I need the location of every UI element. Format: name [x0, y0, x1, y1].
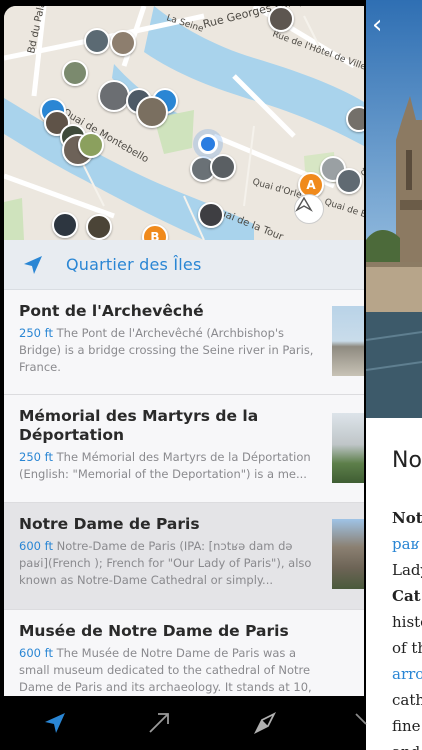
street-label: Quai de B [323, 197, 364, 220]
map-pin[interactable] [62, 60, 88, 86]
location-header[interactable]: Quartier des Îles [4, 240, 364, 290]
explore-tab-icon[interactable] [146, 710, 172, 736]
location-title: Quartier des Îles [66, 255, 202, 274]
article-line: histo [392, 613, 422, 631]
article-line: Cat [392, 587, 421, 605]
current-location-dot [198, 134, 218, 154]
location-arrow-icon [24, 255, 42, 274]
article-link[interactable]: paʁ [392, 531, 422, 557]
map-pin[interactable] [98, 80, 130, 112]
map-pin[interactable] [268, 6, 294, 32]
map-pin[interactable] [110, 30, 136, 56]
place-description: 250 ft The Mémorial des Martyrs de la Dé… [19, 450, 311, 481]
map-pin[interactable] [52, 212, 78, 238]
navigate-tab-icon[interactable] [252, 710, 278, 736]
place-distance: 250 ft [19, 450, 53, 464]
cathedral-photo [366, 0, 422, 418]
article-body: Not paʁ Lady Cat histo of th arro cath f… [392, 505, 422, 750]
place-description: 600 ft The Musée de Notre Dame de Paris … [19, 646, 312, 694]
place-row[interactable]: Notre Dame de Paris 600 ft Notre-Dame de… [4, 503, 364, 610]
compass-icon[interactable] [294, 194, 324, 224]
tab-bar [0, 696, 367, 750]
back-button[interactable]: ‹ [372, 10, 402, 40]
place-title: Musée de Notre Dame de Paris [19, 622, 289, 640]
article-line: fine [392, 717, 421, 735]
article-photo [366, 0, 422, 418]
place-row[interactable]: Pont de l'Archevêché 250 ft The Pont de … [4, 290, 364, 395]
places-list: Pont de l'Archevêché 250 ft The Pont de … [4, 290, 364, 696]
map-pin[interactable] [84, 28, 110, 54]
place-title: Mémorial des Martyrs de la Déportation [19, 407, 259, 444]
nearby-tab-icon[interactable] [42, 710, 68, 736]
compass-needle-icon [295, 196, 313, 212]
article-line: and [392, 739, 422, 750]
article-panel: ‹ No Not paʁ Lady Cat histo of th arro c… [366, 0, 422, 750]
article-line: cath [392, 691, 422, 709]
places-card: Rue Georges Pompidou Rue de l'Hôtel de V… [4, 6, 364, 696]
place-thumbnail [332, 306, 364, 376]
place-description: 600 ft Notre-Dame de Paris (IPA: [nɔtʁə … [19, 539, 312, 587]
map-pin[interactable] [336, 168, 362, 194]
place-thumbnail [332, 519, 364, 589]
map-pin[interactable] [198, 202, 224, 228]
map-pin[interactable] [86, 214, 112, 240]
place-title: Pont de l'Archevêché [19, 302, 204, 320]
article-line: Not [392, 509, 422, 527]
place-distance: 600 ft [19, 646, 53, 660]
place-distance: 600 ft [19, 539, 53, 553]
map-view[interactable]: Rue Georges Pompidou Rue de l'Hôtel de V… [4, 6, 364, 240]
map-pin[interactable] [78, 132, 104, 158]
place-description: 250 ft The Pont de l'Archevêché (Archbis… [19, 326, 314, 374]
place-row[interactable]: Musée de Notre Dame de Paris 600 ft The … [4, 610, 364, 696]
street-label: Rue de l'Hôtel de Ville [271, 28, 364, 72]
article-heading: No [392, 448, 422, 473]
article-link[interactable]: arro [392, 661, 422, 687]
article-line: of th [392, 639, 422, 657]
place-row[interactable]: Mémorial des Martyrs de la Déportation 2… [4, 395, 364, 503]
place-title: Notre Dame de Paris [19, 515, 200, 533]
more-tab-icon[interactable] [352, 710, 378, 736]
map-pin[interactable] [210, 154, 236, 180]
article-line: Lady [392, 561, 422, 579]
place-thumbnail [332, 413, 364, 483]
map-pin[interactable] [136, 96, 168, 128]
place-distance: 250 ft [19, 326, 53, 340]
